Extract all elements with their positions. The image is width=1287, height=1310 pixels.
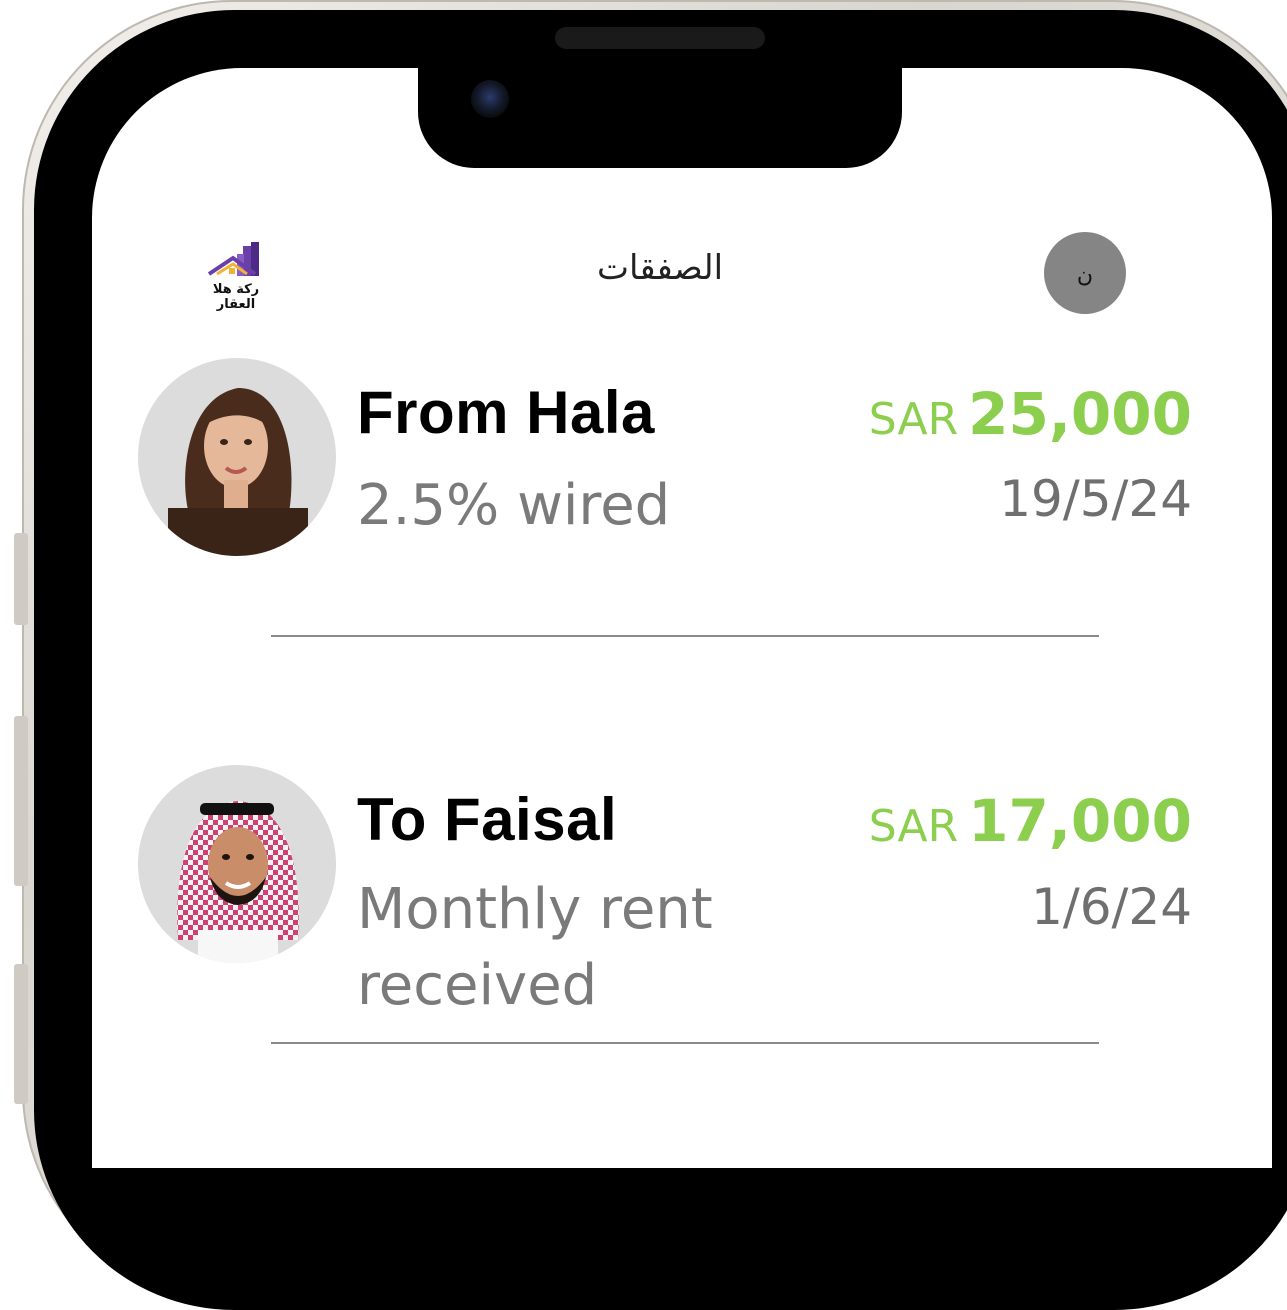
camera-icon [471, 80, 509, 118]
divider [271, 1042, 1099, 1044]
page-title: الصفقات [596, 248, 724, 288]
volume-down-button [14, 964, 28, 1104]
user-avatar-button[interactable]: ن [1044, 232, 1126, 314]
logo-text: ركة هلا العقار [212, 282, 260, 312]
mute-switch [14, 533, 28, 625]
transaction-description: 2.5% wired [357, 473, 671, 538]
avatar [138, 358, 336, 556]
man-portrait-icon [177, 801, 299, 963]
transaction-date: 19/5/24 [999, 470, 1192, 528]
amount-value: 17,000 [968, 787, 1192, 855]
transaction-name: From Hala [357, 379, 655, 446]
volume-up-button [14, 716, 28, 886]
building-house-icon [207, 242, 259, 276]
amount-value: 25,000 [968, 380, 1192, 448]
transaction-description: Monthly rent received [357, 877, 713, 1018]
currency-label: SAR [868, 801, 959, 852]
divider [271, 635, 1099, 637]
currency-label: SAR [868, 394, 959, 445]
transaction-amount: SAR 17,000 [869, 787, 1192, 855]
speaker-grille [555, 27, 765, 49]
transaction-name: To Faisal [357, 786, 618, 853]
transaction-date: 1/6/24 [1031, 878, 1192, 936]
avatar [138, 765, 336, 963]
company-logo[interactable]: ركة هلا العقار [193, 240, 279, 312]
transaction-amount: SAR 25,000 [869, 380, 1192, 448]
woman-portrait-icon [168, 388, 308, 556]
